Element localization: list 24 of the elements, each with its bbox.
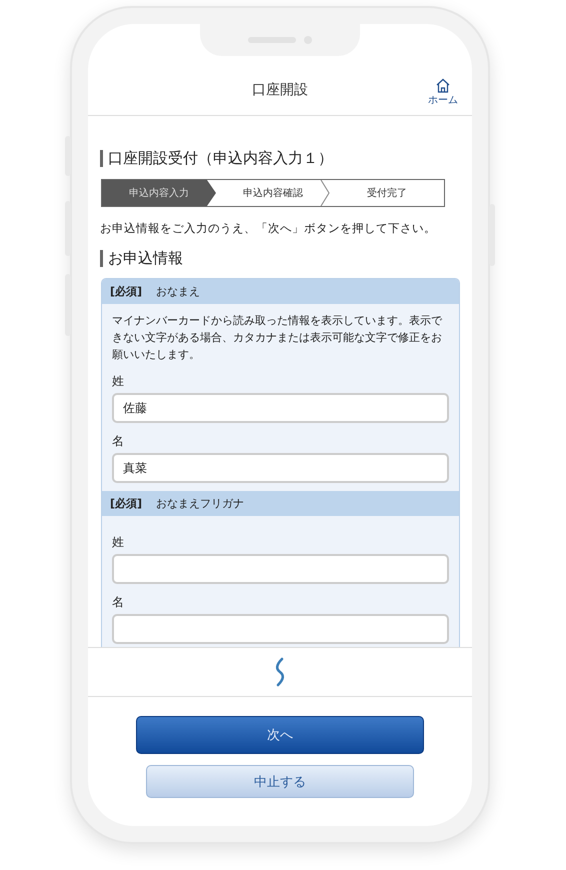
input-field[interactable]: 真菜 [112,453,449,483]
home-icon [435,78,451,93]
field-label: 名 [112,433,125,450]
input-field[interactable] [112,554,449,584]
cancel-button[interactable]: 中止する [146,765,414,798]
group-title: おなまえフリガナ [156,496,244,511]
chevron-icon [320,180,330,206]
note-text: マイナンバーカードから読み取った情報を表示しています。表示できない文字がある場合、カタカナまたは表示可能な文字で修正をお願いいたします。 [112,313,444,363]
next-button[interactable]: 次へ [136,716,424,754]
required-tag: [必須] [110,496,142,511]
group-title: おなまえ [156,284,200,299]
wave-icon [274,657,286,687]
field-label: 姓 [112,373,125,390]
header-title: 口座開設 [252,81,308,99]
field-label: 名 [112,594,125,611]
page-title: 口座開設受付（申込内容入力１） [100,150,460,167]
instruction-text: お申込情報をご入力のうえ、「次へ」ボタンを押して下さい。 [100,221,437,236]
progress-step: 申込内容入力 [102,180,216,206]
required-tag: [必須] [110,284,142,299]
input-field[interactable]: 佐藤 [112,393,449,423]
input-field[interactable] [112,614,449,644]
field-label: 姓 [112,534,125,551]
section-title: お申込情報 [100,250,460,267]
home-link[interactable]: ホーム [428,78,458,107]
